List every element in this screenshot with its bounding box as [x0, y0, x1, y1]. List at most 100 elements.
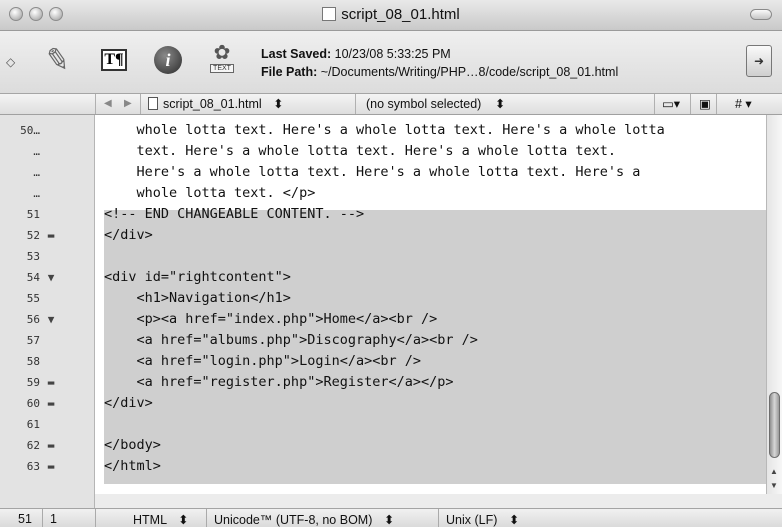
code-line[interactable]: 57 <a href="albums.php">Discography</a><… [0, 330, 766, 351]
line-number: 61 [26, 418, 40, 431]
text-options-button[interactable]: T¶ [96, 41, 132, 79]
text-options-icon: T¶ [101, 49, 127, 71]
line-endings-updown-icon: ⬍ [508, 513, 520, 527]
toolbar: ◇ ✎ T¶ i ✿ TEXT Last Saved: 10/23/08 5:3… [0, 31, 782, 94]
code-text: </html> [104, 458, 161, 474]
code-text: Here's a whole lotta text. Here's a whol… [104, 164, 641, 180]
fold-end-icon[interactable]: ▬ [42, 393, 60, 414]
line-number: 50… [20, 124, 40, 137]
line-number: 57 [26, 334, 40, 347]
pencil-icon[interactable]: ✎ [40, 41, 76, 79]
code-text: <p><a href="index.php">Home</a><br /> [104, 311, 438, 327]
code-line[interactable]: 63 ▬ </html> [0, 456, 766, 477]
code-text: </div> [104, 227, 153, 243]
fold-end-icon[interactable]: ▬ [42, 225, 60, 246]
document-meta: Last Saved: 10/23/08 5:33:25 PM File Pat… [261, 45, 618, 81]
info-icon: i [154, 46, 182, 74]
bookmarks-menu-icon[interactable]: ▭▾ [662, 96, 680, 111]
code-text: <!-- END CHANGEABLE CONTENT. --> [104, 206, 365, 222]
code-line[interactable]: 59 ▬ <a href="register.php">Register</a><… [0, 372, 766, 393]
encoding-popup-label: Unicode™ (UTF-8, no BOM) [214, 513, 373, 527]
symbol-popup-updown-icon: ⬍ [494, 97, 506, 111]
code-text: whole lotta text. </p> [104, 185, 316, 201]
code-line[interactable]: 58 <a href="login.php">Login</a><br /> [0, 351, 766, 372]
hash-menu-button[interactable]: # ▾ [735, 96, 752, 111]
code-line[interactable]: 60 ▬ </div> [0, 393, 766, 414]
navigation-bar: ◀ ▶ script_08_01.html ⬍ (no symbol selec… [0, 94, 782, 115]
line-indicator: 51 [18, 512, 32, 526]
document-icon [322, 7, 337, 21]
counterpart-icon[interactable]: ▣ [699, 96, 711, 111]
vertical-scrollbar[interactable]: ▲ ▼ [766, 115, 782, 494]
line-number: 54 [26, 271, 40, 284]
line-number: 53 [26, 250, 40, 263]
language-popup[interactable]: HTML ⬍ [133, 512, 189, 527]
window-title-text: script_08_01.html [341, 6, 460, 23]
code-line[interactable]: 55 <h1>Navigation</h1> [0, 288, 766, 309]
scroll-up-arrow-icon[interactable]: ▲ [770, 467, 778, 476]
toolbar-diamond-icon[interactable]: ◇ [6, 55, 15, 69]
file-popup-updown-icon: ⬍ [273, 97, 284, 111]
fold-end-icon[interactable]: ▬ [42, 456, 60, 477]
code-text: whole lotta text. Here's a whole lotta t… [104, 122, 665, 138]
fold-end-icon[interactable]: ▬ [42, 372, 60, 393]
line-number: 59 [26, 376, 40, 389]
line-endings-popup[interactable]: Unix (LF) ⬍ [446, 512, 519, 527]
code-text: <a href="albums.php">Discography</a><br … [104, 332, 478, 348]
line-number: 62 [26, 439, 40, 452]
title-bar: script_08_01.html [0, 0, 782, 31]
info-button[interactable]: i [150, 41, 186, 79]
text-editor[interactable]: 50… whole lotta text. Here's a whole lot… [0, 115, 782, 494]
line-number: 58 [26, 355, 40, 368]
sidebar-toggle-button[interactable]: ➜ [746, 45, 772, 77]
fold-end-icon[interactable]: ▬ [42, 435, 60, 456]
file-popup-label: script_08_01.html [163, 97, 262, 111]
editor-bottom-strip [0, 494, 782, 508]
line-number: 63 [26, 460, 40, 473]
code-text: </body> [104, 437, 161, 453]
forward-arrow-icon[interactable]: ▶ [124, 98, 132, 109]
last-saved-value: 10/23/08 5:33:25 PM [334, 47, 451, 61]
code-line[interactable]: … whole lotta text. </p> [0, 183, 766, 204]
language-popup-label: HTML [133, 513, 167, 527]
scroll-down-arrow-icon[interactable]: ▼ [770, 481, 778, 490]
code-line[interactable]: 61 [0, 414, 766, 435]
file-popup[interactable]: script_08_01.html ⬍ [148, 96, 284, 111]
hash-symbol: # [735, 97, 742, 111]
code-text: text. Here's a whole lotta text. Here's … [104, 143, 617, 159]
scrollbar-thumb[interactable] [769, 392, 780, 458]
code-line[interactable]: 53 [0, 246, 766, 267]
code-line[interactable]: … Here's a whole lotta text. Here's a wh… [0, 162, 766, 183]
line-number: 60 [26, 397, 40, 410]
fold-open-icon[interactable]: ▼ [42, 309, 60, 330]
language-updown-icon: ⬍ [178, 513, 189, 527]
code-line[interactable]: 54 ▼ <div id="rightcontent"> [0, 267, 766, 288]
code-line[interactable]: 56 ▼ <p><a href="index.php">Home</a><br /… [0, 309, 766, 330]
symbol-popup[interactable]: (no symbol selected) ⬍ [366, 96, 505, 111]
line-number: … [33, 166, 40, 179]
window-title: script_08_01.html [0, 6, 782, 23]
line-number: 51 [26, 208, 40, 221]
line-number: 56 [26, 313, 40, 326]
toolbar-toggle-button[interactable] [750, 9, 772, 20]
code-line[interactable]: 52 ▬ </div> [0, 225, 766, 246]
line-endings-popup-label: Unix (LF) [446, 513, 498, 527]
column-indicator: 1 [50, 512, 57, 526]
encoding-popup[interactable]: Unicode™ (UTF-8, no BOM) ⬍ [214, 512, 394, 527]
code-line[interactable]: 62 ▬ </body> [0, 435, 766, 456]
text-tools-button[interactable]: ✿ TEXT [204, 41, 240, 79]
code-line[interactable]: … text. Here's a whole lotta text. Here'… [0, 141, 766, 162]
code-text: <a href="register.php">Register</a></p> [104, 374, 454, 390]
line-number: 55 [26, 292, 40, 305]
code-line[interactable]: 50… whole lotta text. Here's a whole lot… [0, 120, 766, 141]
status-bar: 51 1 HTML ⬍ Unicode™ (UTF-8, no BOM) ⬍ U… [0, 508, 782, 527]
fold-open-icon[interactable]: ▼ [42, 267, 60, 288]
line-number: … [33, 187, 40, 200]
text-tag-label: TEXT [210, 64, 234, 73]
code-line[interactable]: 51 <!-- END CHANGEABLE CONTENT. --> [0, 204, 766, 225]
gear-icon: ✿ [213, 42, 231, 64]
sidebar-arrow-icon: ➜ [753, 54, 765, 68]
editor-window: script_08_01.html ◇ ✎ T¶ i ✿ TEXT Last S… [0, 0, 782, 527]
last-saved-label: Last Saved: [261, 47, 332, 61]
back-arrow-icon[interactable]: ◀ [104, 98, 112, 109]
